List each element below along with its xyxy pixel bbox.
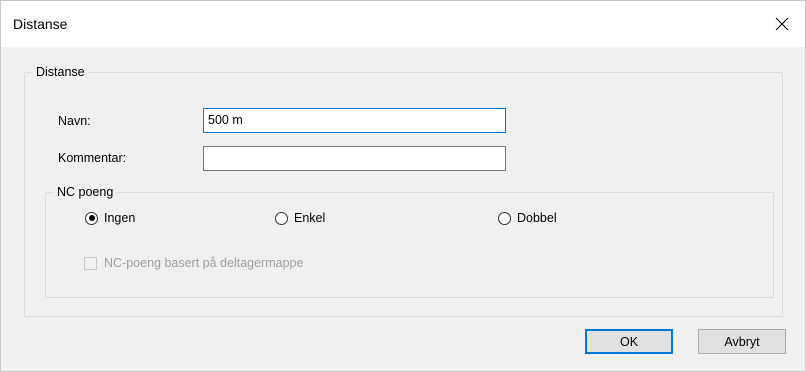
- nc-poeng-group: NC poeng Ingen Enkel Dobbel NC-poeng bas…: [45, 185, 774, 298]
- radio-dobbel-circle[interactable]: [498, 211, 511, 225]
- cancel-button[interactable]: Avbryt: [698, 329, 786, 354]
- comment-label: Kommentar:: [58, 151, 127, 165]
- nc-poeng-legend: NC poeng: [54, 185, 117, 200]
- radio-ingen[interactable]: Ingen: [85, 211, 135, 225]
- distanse-group: Distanse Navn: 500 m Kommentar: NC poeng…: [24, 65, 783, 317]
- radio-enkel-label: Enkel: [294, 211, 326, 225]
- nc-deltagermappe-checkbox: NC-poeng basert på deltagermappe: [84, 256, 303, 270]
- distanse-group-legend: Distanse: [33, 65, 88, 80]
- radio-dobbel[interactable]: Dobbel: [498, 211, 557, 225]
- name-field[interactable]: 500 m: [203, 108, 506, 133]
- radio-ingen-label: Ingen: [104, 211, 136, 225]
- name-label: Navn:: [58, 114, 91, 128]
- comment-field[interactable]: [203, 146, 506, 171]
- window-title: Distanse: [13, 16, 68, 32]
- nc-deltagermappe-checkbox-box: [84, 256, 97, 270]
- dialog-window: Distanse Distanse Navn: 500 m Kommentar:…: [0, 0, 806, 372]
- radio-dobbel-label: Dobbel: [517, 211, 557, 225]
- radio-ingen-circle[interactable]: [85, 211, 98, 225]
- ok-button[interactable]: OK: [585, 329, 673, 354]
- nc-deltagermappe-label: NC-poeng basert på deltagermappe: [104, 256, 304, 270]
- close-button[interactable]: [759, 1, 805, 47]
- radio-enkel[interactable]: Enkel: [275, 211, 325, 225]
- title-bar: Distanse: [1, 1, 805, 47]
- radio-enkel-circle[interactable]: [275, 211, 288, 225]
- close-icon: [775, 17, 789, 31]
